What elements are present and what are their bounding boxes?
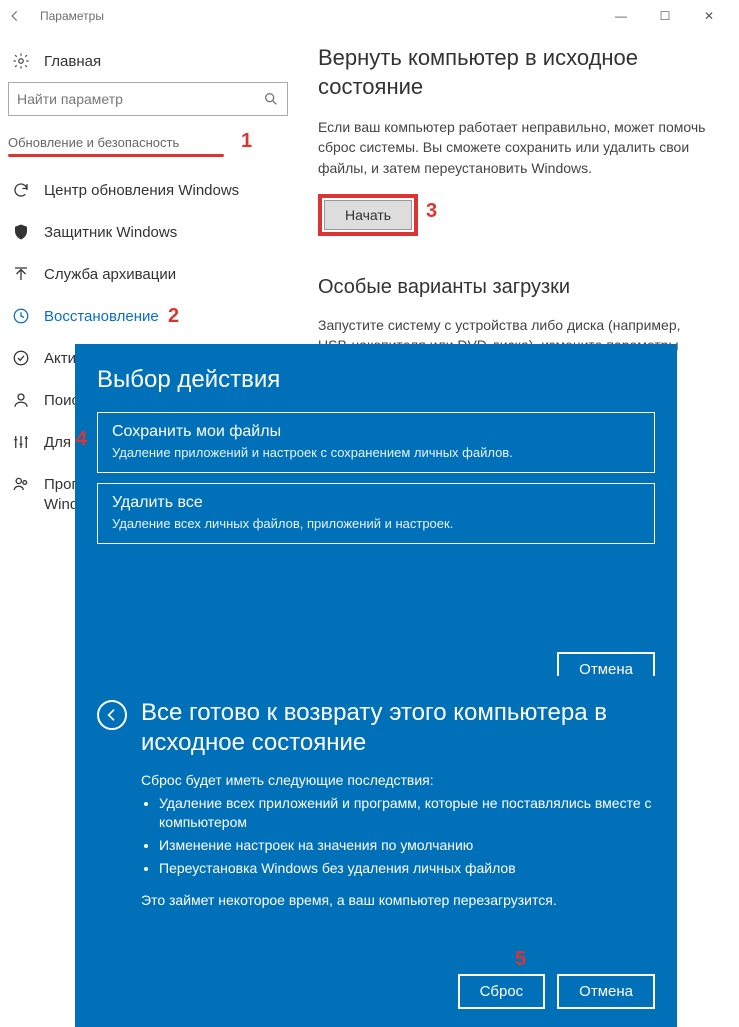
sidebar-category: Обновление и безопасность	[8, 135, 181, 152]
keep-files-option[interactable]: Сохранить мои файлы Удаление приложений …	[97, 412, 655, 473]
annotation-3: 3	[426, 200, 437, 223]
reset-description: Если ваш компьютер работает неправильно,…	[318, 117, 711, 178]
start-reset-button[interactable]: Начать	[324, 200, 412, 230]
choose-action-dialog: Выбор действия Сохранить мои файлы Удале…	[75, 344, 677, 705]
reset-button[interactable]: Сброс	[458, 974, 546, 1009]
window-title: Параметры	[40, 9, 104, 23]
annotation-5: 5	[515, 948, 526, 971]
sidebar-home[interactable]: Главная	[8, 46, 288, 82]
close-button[interactable]: ✕	[687, 0, 731, 32]
list-item: Изменение настроек на значения по умолча…	[159, 836, 655, 855]
annotation-2: 2	[168, 305, 179, 328]
sync-icon	[12, 181, 30, 199]
check-circle-icon	[12, 349, 30, 367]
back-button[interactable]	[8, 9, 28, 23]
sidebar-item-windows-update[interactable]: Центр обновления Windows	[8, 169, 288, 211]
list-item: Удаление всех приложений и программ, кот…	[159, 794, 655, 832]
search-placeholder: Найти параметр	[17, 91, 263, 107]
remove-everything-option[interactable]: Удалить все Удаление всех личных файлов,…	[97, 483, 655, 544]
reset-title: Вернуть компьютер в исходное состояние	[318, 44, 711, 101]
annotation-4: 4	[76, 428, 87, 451]
minimize-button[interactable]: —	[599, 0, 643, 32]
list-item: Переустановка Windows без удаления личны…	[159, 859, 655, 878]
reset-consequences-intro: Сброс будет иметь следующие последствия:	[141, 772, 655, 788]
option-description: Удаление приложений и настроек с сохране…	[112, 445, 640, 460]
sidebar-item-label: Защитник Windows	[44, 224, 177, 241]
sidebar-item-recovery[interactable]: Восстановление 2	[8, 295, 288, 337]
search-input[interactable]: Найти параметр	[8, 82, 288, 116]
arrow-up-icon	[12, 265, 30, 283]
annotation-box-3: Начать	[318, 194, 418, 236]
titlebar: Параметры — ☐ ✕	[0, 0, 739, 32]
person-icon	[12, 391, 30, 409]
sidebar-item-label: Центр обновления Windows	[44, 182, 239, 199]
sidebar-item-label: Прог Wind	[44, 475, 78, 514]
sidebar-item-defender[interactable]: Защитник Windows	[8, 211, 288, 253]
back-icon[interactable]	[97, 700, 127, 730]
sidebar-item-backup[interactable]: Служба архивации	[8, 253, 288, 295]
reset-note: Это займет некоторое время, а ваш компью…	[141, 892, 655, 908]
sidebar-item-label: Акти	[44, 350, 76, 367]
advanced-startup-title: Особые варианты загрузки	[318, 276, 711, 299]
option-description: Удаление всех личных файлов, приложений …	[112, 516, 640, 531]
history-icon	[12, 307, 30, 325]
dialog-title: Все готово к возврату этого компьютера в…	[141, 698, 655, 758]
sliders-icon	[12, 433, 30, 451]
search-icon	[263, 91, 279, 107]
sidebar-item-label: Поис	[44, 392, 79, 409]
annotation-underline	[8, 154, 224, 157]
sidebar-home-label: Главная	[44, 53, 101, 70]
ready-to-reset-dialog: Все готово к возврату этого компьютера в…	[75, 676, 677, 1027]
people-icon	[12, 475, 30, 493]
cancel-button[interactable]: Отмена	[557, 974, 655, 1009]
gear-icon	[12, 52, 30, 70]
option-title: Удалить все	[112, 494, 640, 512]
reset-consequences-list: Удаление всех приложений и программ, кот…	[141, 794, 655, 878]
option-title: Сохранить мои файлы	[112, 423, 640, 441]
maximize-button[interactable]: ☐	[643, 0, 687, 32]
sidebar-item-label: Служба архивации	[44, 266, 176, 283]
annotation-1: 1	[241, 130, 252, 153]
sidebar-item-label: Восстановление	[44, 308, 159, 325]
shield-icon	[12, 223, 30, 241]
dialog-title: Выбор действия	[97, 366, 655, 394]
